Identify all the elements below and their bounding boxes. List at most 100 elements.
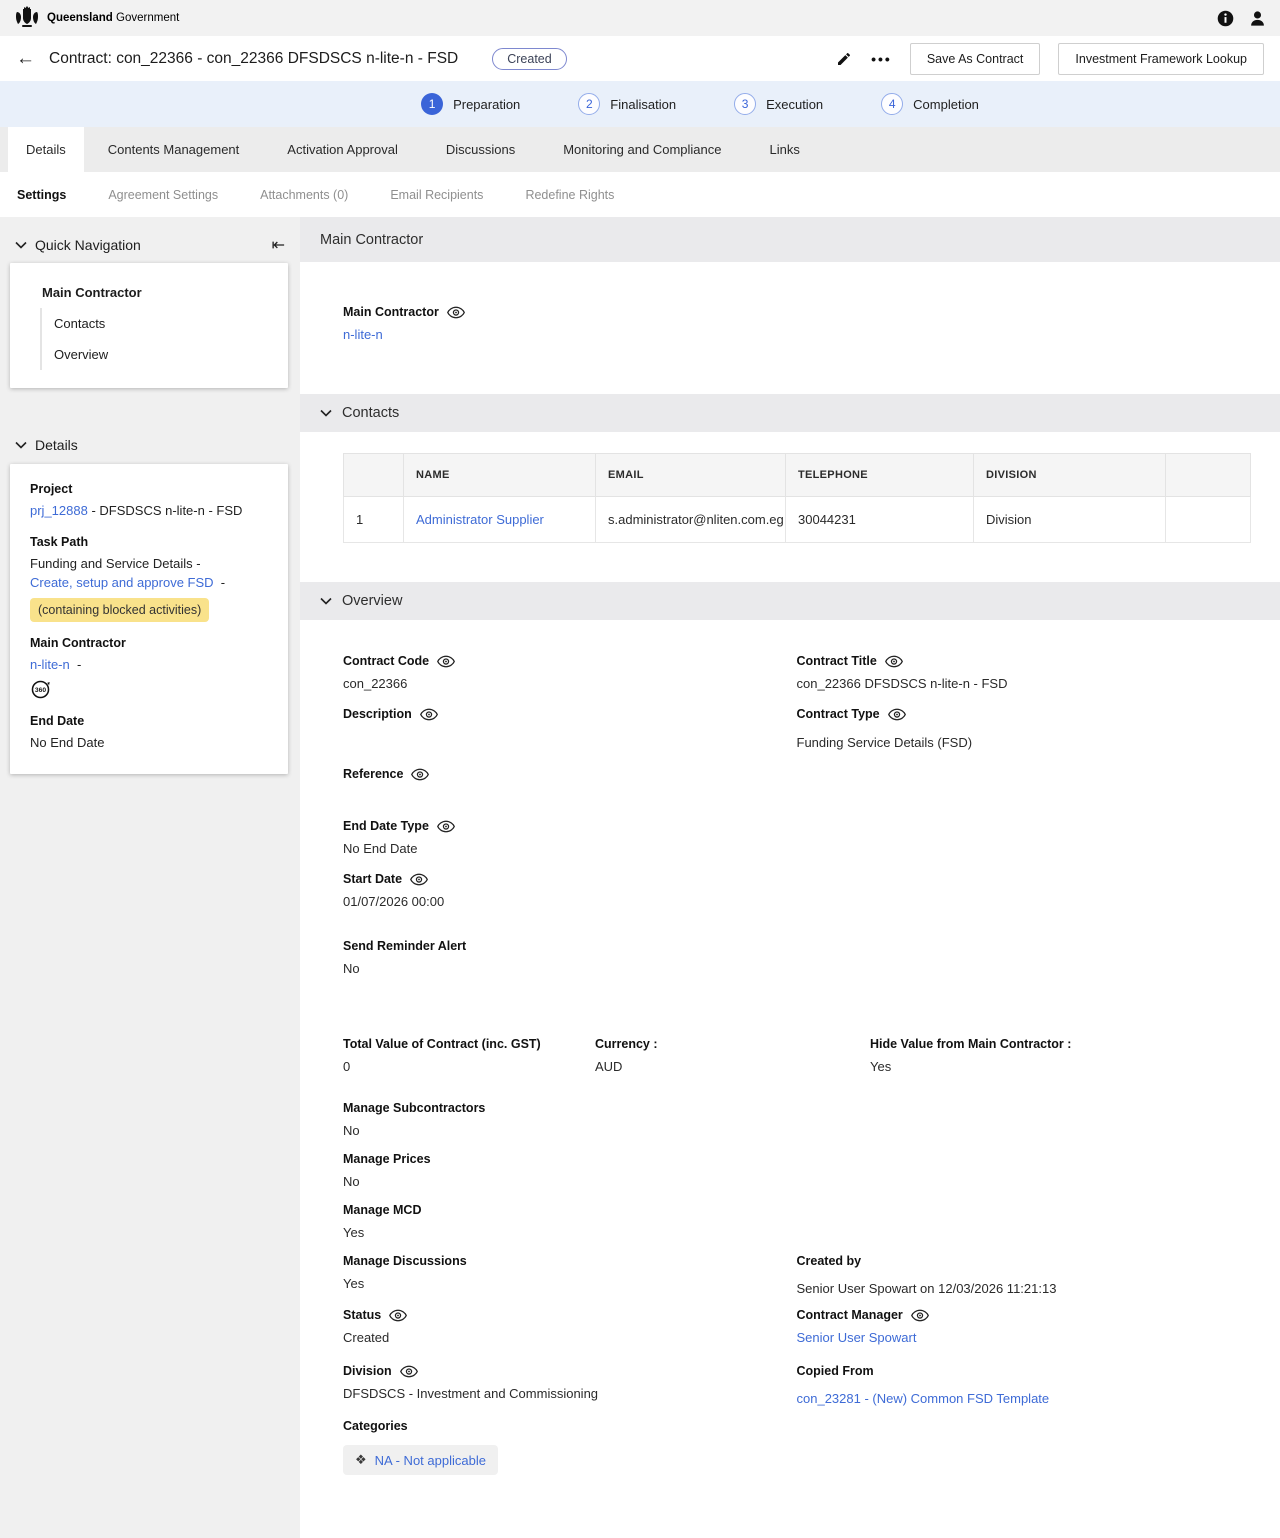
contacts-table: NAME EMAIL TELEPHONE DIVISION 1 Administ… bbox=[343, 453, 1251, 543]
main-contractor-dash: - bbox=[77, 657, 81, 672]
field-label-text: Manage Subcontractors bbox=[343, 1101, 485, 1115]
field-label-text: Manage Discussions bbox=[343, 1254, 467, 1268]
task-path-value: Funding and Service Details - Create, se… bbox=[30, 555, 272, 622]
section-header-overview[interactable]: Overview bbox=[300, 582, 1280, 620]
section-header-contacts[interactable]: Contacts bbox=[300, 394, 1280, 432]
field-label-text: Categories bbox=[343, 1419, 408, 1433]
tab-activation-approval[interactable]: Activation Approval bbox=[263, 127, 422, 172]
field-value: 01/07/2026 00:00 bbox=[343, 894, 815, 909]
visibility-eye-icon bbox=[888, 708, 906, 721]
field-value: 0 bbox=[343, 1059, 595, 1074]
project-value: prj_12888 - DFSDSCS n-lite-n - FSD bbox=[30, 502, 272, 521]
chevron-down-icon bbox=[320, 597, 332, 605]
step-1-circle: 1 bbox=[421, 93, 443, 115]
field-label-text: Contract Manager bbox=[797, 1308, 903, 1322]
visibility-eye-icon bbox=[389, 1309, 407, 1322]
task-path-link[interactable]: Create, setup and approve FSD bbox=[30, 575, 214, 590]
field-value: AUD bbox=[595, 1059, 870, 1074]
main-contractor-link[interactable]: n-lite-n bbox=[343, 327, 383, 342]
contact-name-link[interactable]: Administrator Supplier bbox=[416, 512, 544, 527]
copied-from-link[interactable]: con_23281 - (New) Common FSD Template bbox=[797, 1391, 1050, 1406]
back-arrow-icon[interactable]: ← bbox=[16, 49, 35, 68]
page: Queensland Government ← Contract: con_22… bbox=[0, 0, 1280, 1538]
tab-contents-management[interactable]: Contents Management bbox=[84, 127, 264, 172]
subtab-settings[interactable]: Settings bbox=[17, 188, 87, 202]
investment-framework-lookup-button[interactable]: Investment Framework Lookup bbox=[1058, 43, 1264, 75]
cell-index: 1 bbox=[344, 497, 404, 543]
details-panel-header[interactable]: Details bbox=[0, 430, 300, 460]
tab-links[interactable]: Links bbox=[745, 127, 823, 172]
step-2-label: Finalisation bbox=[610, 97, 676, 112]
col-email: EMAIL bbox=[596, 454, 786, 497]
field-currency: Currency : AUD bbox=[595, 1037, 870, 1074]
step-2-circle: 2 bbox=[578, 93, 600, 115]
cell-email: s.administrator@nliten.com.eg bbox=[596, 497, 786, 543]
step-preparation[interactable]: 1 Preparation bbox=[421, 93, 520, 115]
category-chip-label: NA - Not applicable bbox=[375, 1453, 486, 1468]
details-card: Project prj_12888 - DFSDSCS n-lite-n - F… bbox=[10, 464, 288, 774]
section-title: Overview bbox=[342, 593, 402, 609]
subtab-email-recipients[interactable]: Email Recipients bbox=[369, 188, 504, 202]
more-options-icon[interactable]: ••• bbox=[871, 51, 892, 67]
nav-item-contacts[interactable]: Contacts bbox=[42, 308, 288, 339]
step-execution[interactable]: 3 Execution bbox=[734, 93, 823, 115]
field-label-text: Hide Value from Main Contractor : bbox=[870, 1037, 1071, 1051]
field-value: Yes bbox=[870, 1059, 1250, 1074]
nav-item-overview[interactable]: Overview bbox=[42, 339, 288, 370]
step-3-circle: 3 bbox=[734, 93, 756, 115]
user-icon[interactable] bbox=[1248, 9, 1266, 27]
visibility-eye-icon bbox=[911, 1309, 929, 1322]
chevron-down-icon bbox=[320, 409, 332, 417]
field-created-by: Created by Senior User Spowart on 12/03/… bbox=[797, 1254, 1251, 1296]
save-as-contract-button[interactable]: Save As Contract bbox=[910, 43, 1041, 75]
field-contract-code: Contract Code con_22366 bbox=[343, 654, 797, 691]
visibility-eye-icon bbox=[885, 655, 903, 668]
main-contractor-field-value: n-lite-n bbox=[343, 327, 1250, 342]
section-title: Contacts bbox=[342, 405, 399, 421]
chevron-down-icon bbox=[15, 441, 27, 449]
svg-text:360: 360 bbox=[35, 687, 46, 694]
quick-navigation-header[interactable]: Quick Navigation ⇤ bbox=[0, 230, 300, 260]
step-4-circle: 4 bbox=[881, 93, 903, 115]
contract-manager-link[interactable]: Senior User Spowart bbox=[797, 1330, 917, 1345]
visibility-eye-icon bbox=[447, 306, 465, 319]
visibility-eye-icon bbox=[420, 708, 438, 721]
visibility-eye-icon bbox=[400, 1365, 418, 1378]
subtab-redefine-rights[interactable]: Redefine Rights bbox=[504, 188, 635, 202]
field-end-date-type: End Date Type No End Date bbox=[343, 819, 815, 856]
tab-discussions[interactable]: Discussions bbox=[422, 127, 539, 172]
quick-navigation-card: Main Contractor Contacts Overview bbox=[10, 263, 288, 388]
subtab-attachments[interactable]: Attachments (0) bbox=[239, 188, 369, 202]
info-icon[interactable] bbox=[1216, 9, 1234, 27]
task-path-label: Task Path bbox=[30, 535, 272, 549]
sidebar-main-contractor-link[interactable]: n-lite-n bbox=[30, 657, 70, 672]
step-finalisation[interactable]: 2 Finalisation bbox=[578, 93, 676, 115]
collapse-sidebar-icon[interactable]: ⇤ bbox=[272, 235, 285, 255]
nav-item-main-contractor[interactable]: Main Contractor bbox=[10, 277, 288, 308]
field-categories: Categories ❖ NA - Not applicable bbox=[343, 1419, 815, 1475]
project-label: Project bbox=[30, 482, 272, 496]
field-total-value: Total Value of Contract (inc. GST) 0 bbox=[343, 1037, 595, 1074]
queensland-coat-of-arms-icon bbox=[14, 6, 40, 30]
col-actions bbox=[1166, 454, 1251, 497]
field-label-text: End Date Type bbox=[343, 819, 429, 833]
tab-details[interactable]: Details bbox=[8, 127, 84, 172]
field-value: Yes bbox=[343, 1276, 797, 1291]
field-start-date: Start Date 01/07/2026 00:00 bbox=[343, 872, 815, 909]
supplier-360-view-icon[interactable]: 360 bbox=[30, 679, 272, 700]
project-link[interactable]: prj_12888 bbox=[30, 503, 88, 518]
subtab-agreement-settings[interactable]: Agreement Settings bbox=[87, 188, 239, 202]
field-value: No bbox=[343, 961, 815, 976]
field-status: Status Created bbox=[343, 1308, 797, 1345]
field-label-text: Contract Code bbox=[343, 654, 429, 668]
edit-pencil-icon[interactable] bbox=[835, 50, 853, 68]
field-label-text: Status bbox=[343, 1308, 381, 1322]
tab-monitoring-and-compliance[interactable]: Monitoring and Compliance bbox=[539, 127, 745, 172]
field-label-text: Start Date bbox=[343, 872, 402, 886]
step-completion[interactable]: 4 Completion bbox=[881, 93, 979, 115]
category-diamond-icon: ❖ bbox=[355, 1452, 367, 1468]
status-badge: Created bbox=[492, 48, 566, 70]
field-label-text: Description bbox=[343, 707, 412, 721]
category-chip[interactable]: ❖ NA - Not applicable bbox=[343, 1445, 498, 1475]
field-value: Yes bbox=[343, 1225, 815, 1240]
